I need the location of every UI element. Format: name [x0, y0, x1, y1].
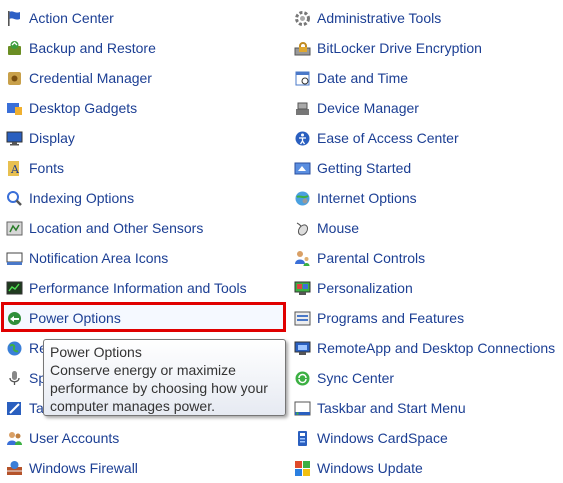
notification-icon: [6, 250, 23, 267]
remoteapp-icon: [294, 340, 311, 357]
item-label: Fonts: [29, 160, 65, 176]
cardspace-icon: [294, 430, 311, 447]
item-label: Windows Firewall: [29, 460, 138, 476]
item-fonts[interactable]: A Fonts: [6, 153, 286, 183]
item-label: User Accounts: [29, 430, 120, 446]
item-personalization[interactable]: Personalization: [294, 273, 560, 303]
admin-tools-icon: [294, 10, 311, 27]
item-label: Location and Other Sensors: [29, 220, 204, 236]
display-icon: [6, 130, 23, 147]
item-label: Taskbar and Start Menu: [317, 400, 466, 416]
item-label: Action Center: [29, 10, 114, 26]
right-column: Administrative Tools BitLocker Drive Enc…: [294, 3, 560, 483]
getting-started-icon: [294, 160, 311, 177]
item-windows-cardspace[interactable]: Windows CardSpace: [294, 423, 560, 453]
region-icon: [6, 340, 23, 357]
item-label: Backup and Restore: [29, 40, 156, 56]
sync-icon: [294, 370, 311, 387]
item-label: Mouse: [317, 220, 360, 236]
item-device-manager[interactable]: Device Manager: [294, 93, 560, 123]
users-icon: [6, 430, 23, 447]
tooltip-title: Power Options: [50, 344, 142, 360]
item-ease-of-access-center[interactable]: Ease of Access Center: [294, 123, 560, 153]
item-internet-options[interactable]: Internet Options: [294, 183, 560, 213]
item-getting-started[interactable]: Getting Started: [294, 153, 560, 183]
item-remoteapp-and-desktop-connections[interactable]: RemoteApp and Desktop Connections: [294, 333, 560, 363]
item-administrative-tools[interactable]: Administrative Tools: [294, 3, 560, 33]
item-label: Device Manager: [317, 100, 419, 116]
item-display[interactable]: Display: [6, 123, 286, 153]
item-label: Ta: [29, 400, 44, 416]
backup-icon: [6, 40, 23, 57]
personalization-icon: [294, 280, 311, 297]
item-credential-manager[interactable]: Credential Manager: [6, 63, 286, 93]
item-label: Windows Update: [317, 460, 423, 476]
taskbar-icon: [294, 400, 311, 417]
item-label: Internet Options: [317, 190, 417, 206]
item-label: Desktop Gadgets: [29, 100, 138, 116]
item-sync-center[interactable]: Sync Center: [294, 363, 560, 393]
item-desktop-gadgets[interactable]: Desktop Gadgets: [6, 93, 286, 123]
flag-icon: [6, 10, 23, 27]
item-label: Performance Information and Tools: [29, 280, 247, 296]
item-taskbar-and-start-menu[interactable]: Taskbar and Start Menu: [294, 393, 560, 423]
item-backup-and-restore[interactable]: Backup and Restore: [6, 33, 286, 63]
power-icon: [6, 310, 23, 327]
speech-icon: [6, 370, 23, 387]
parental-controls-icon: [294, 250, 311, 267]
gadgets-icon: [6, 100, 23, 117]
item-label: Personalization: [317, 280, 413, 296]
internet-options-icon: [294, 190, 311, 207]
item-label: Power Options: [29, 310, 121, 326]
item-label: RemoteApp and Desktop Connections: [317, 340, 556, 356]
item-indexing-options[interactable]: Indexing Options: [6, 183, 286, 213]
item-performance-information-and-tools[interactable]: Performance Information and Tools: [6, 273, 286, 303]
tooltip-body: Conserve energy or maximize performance …: [50, 362, 268, 414]
item-label: Getting Started: [317, 160, 412, 176]
item-bitlocker-drive-encryption[interactable]: BitLocker Drive Encryption: [294, 33, 560, 63]
mouse-icon: [294, 220, 311, 237]
ease-of-access-icon: [294, 130, 311, 147]
item-label: Administrative Tools: [317, 10, 442, 26]
item-date-and-time[interactable]: Date and Time: [294, 63, 560, 93]
fonts-icon: A: [6, 160, 23, 177]
power-options-tooltip: Power Options Conserve energy or maximiz…: [43, 339, 286, 416]
item-label: Display: [29, 130, 75, 146]
item-power-options[interactable]: Power Options: [6, 303, 286, 333]
performance-icon: [6, 280, 23, 297]
calendar-icon: [294, 70, 311, 87]
item-user-accounts[interactable]: User Accounts: [6, 423, 286, 453]
item-action-center[interactable]: Action Center: [6, 3, 286, 33]
credential-icon: [6, 70, 23, 87]
bitlocker-icon: [294, 40, 311, 57]
item-label: Ease of Access Center: [317, 130, 459, 146]
item-label: Indexing Options: [29, 190, 135, 206]
item-parental-controls[interactable]: Parental Controls: [294, 243, 560, 273]
item-label: Sync Center: [317, 370, 395, 386]
item-label: Credential Manager: [29, 70, 152, 86]
sensors-icon: [6, 220, 23, 237]
programs-icon: [294, 310, 311, 327]
item-label: BitLocker Drive Encryption: [317, 40, 482, 56]
device-manager-icon: [294, 100, 311, 117]
item-label: Programs and Features: [317, 310, 465, 326]
item-mouse[interactable]: Mouse: [294, 213, 560, 243]
item-label: Parental Controls: [317, 250, 426, 266]
item-programs-and-features[interactable]: Programs and Features: [294, 303, 560, 333]
item-label: Windows CardSpace: [317, 430, 448, 446]
windows-update-icon: [294, 460, 311, 477]
item-notification-area-icons[interactable]: Notification Area Icons: [6, 243, 286, 273]
item-location-and-other-sensors[interactable]: Location and Other Sensors: [6, 213, 286, 243]
troubleshoot-icon: [6, 400, 23, 417]
item-label: Date and Time: [317, 70, 409, 86]
svg-text:A: A: [10, 163, 20, 176]
item-label: Notification Area Icons: [29, 250, 169, 266]
firewall-icon: [6, 460, 23, 477]
indexing-icon: [6, 190, 23, 207]
